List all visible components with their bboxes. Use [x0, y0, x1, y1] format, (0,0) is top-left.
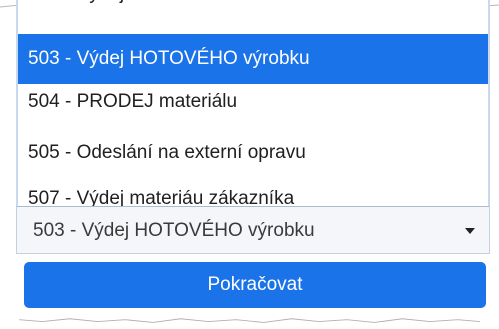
option-505[interactable]: 505 - Odeslání na externí opravu: [18, 129, 488, 177]
option-507[interactable]: 507 - Výdej materiáu zákazníka: [18, 175, 488, 206]
torn-edge-bottom: [19, 318, 480, 328]
continue-button[interactable]: Pokračovat: [24, 262, 486, 308]
dropdown-option-list[interactable]: 502 - Výdej BEZ LIMITKY 503 - Výdej HOTO…: [16, 0, 490, 206]
option-502[interactable]: 502 - Výdej BEZ LIMITKY: [18, 0, 488, 18]
option-503-selected[interactable]: 503 - Výdej HOTOVÉHO výrobku: [18, 34, 488, 84]
movement-type-select[interactable]: 503 - Výdej HOTOVÉHO výrobku: [16, 206, 490, 254]
option-504[interactable]: 504 - PRODEJ materiálu: [18, 78, 488, 126]
caret-down-icon: [465, 228, 475, 234]
select-current-value: 503 - Výdej HOTOVÉHO výrobku: [33, 220, 315, 241]
